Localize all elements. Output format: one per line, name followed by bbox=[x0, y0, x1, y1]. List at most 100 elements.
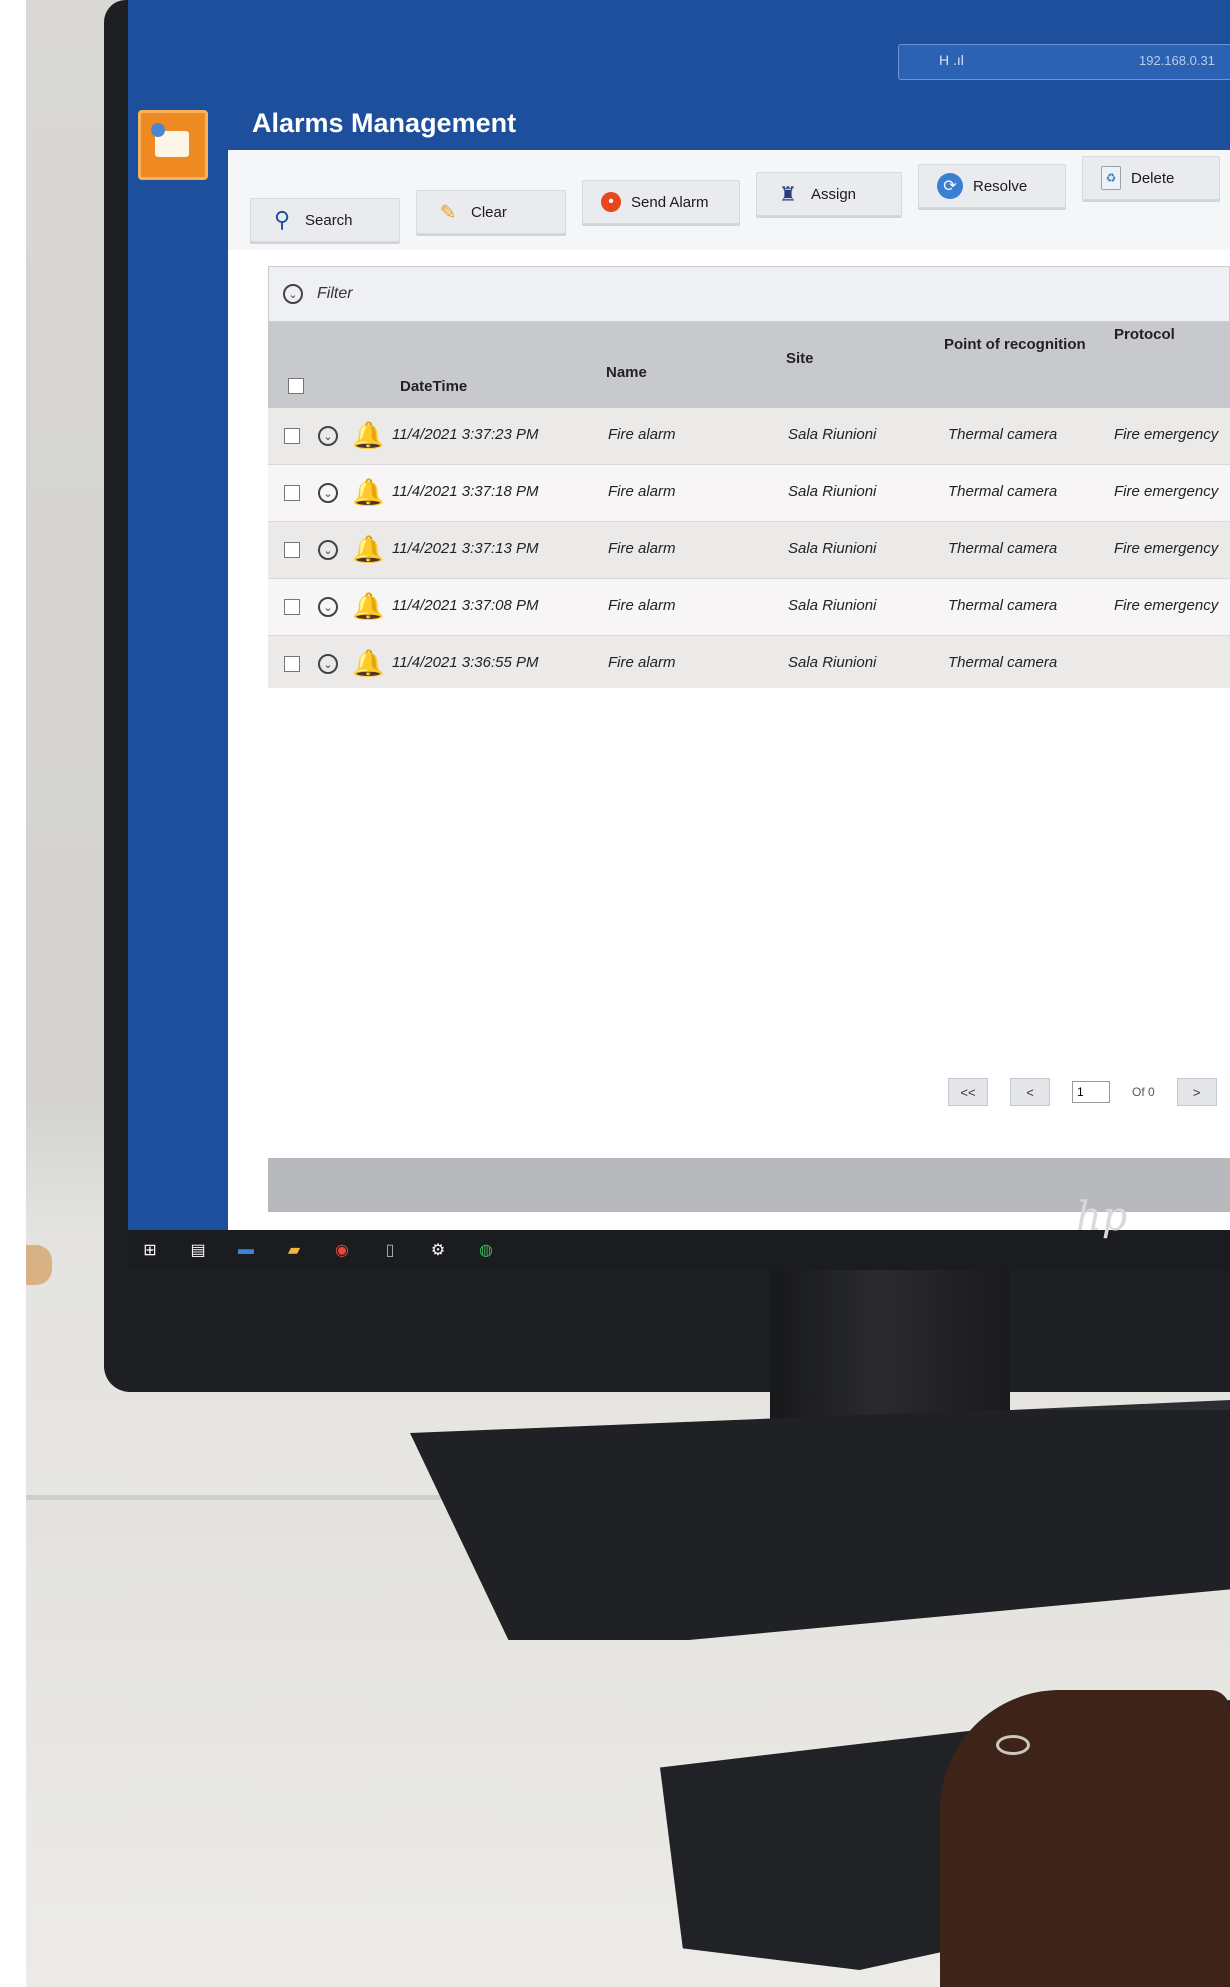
cell-point: Thermal camera bbox=[948, 483, 1058, 500]
search-icon: ⚲ bbox=[273, 207, 291, 232]
cell-site: Sala Riunioni bbox=[788, 597, 877, 614]
table-row[interactable]: ⌄ 🔔 11/4/2021 3:37:13 PM Fire alarm Sala… bbox=[268, 522, 1230, 579]
status-strip: H .ıl 192.168.0.31 bbox=[898, 44, 1230, 80]
delete-button-label: Delete bbox=[1131, 169, 1175, 187]
column-point-of-recognition[interactable]: Point of recognition bbox=[944, 336, 1086, 353]
recycle-icon: ♻ bbox=[1101, 166, 1121, 190]
column-datetime[interactable]: DateTime bbox=[400, 378, 467, 395]
cell-protocol: Fire emergency bbox=[1114, 426, 1219, 443]
cell-protocol: Fire emergency bbox=[1114, 483, 1219, 500]
settings-gear-icon[interactable]: ⚙ bbox=[428, 1240, 448, 1260]
alarm-bell-icon: 🔔 bbox=[352, 477, 385, 507]
cell-name: Fire alarm bbox=[608, 654, 676, 671]
globe-icon[interactable]: ◍ bbox=[476, 1240, 496, 1260]
send-alarm-button-label: Send Alarm bbox=[631, 193, 709, 211]
chrome-icon[interactable]: ◉ bbox=[332, 1240, 352, 1260]
app-shortcut-icon[interactable]: ▬ bbox=[236, 1240, 256, 1260]
table-row[interactable]: ⌄ 🔔 11/4/2021 3:37:08 PM Fire alarm Sala… bbox=[268, 579, 1230, 636]
row-checkbox[interactable] bbox=[284, 485, 300, 501]
assign-button-label: Assign bbox=[811, 185, 857, 203]
photo-margin bbox=[0, 0, 26, 1987]
cell-site: Sala Riunioni bbox=[788, 426, 877, 443]
cell-datetime: 11/4/2021 3:37:23 PM bbox=[392, 426, 539, 443]
app-sidebar bbox=[128, 0, 228, 1270]
broom-icon: ✎ bbox=[439, 201, 457, 224]
column-site[interactable]: Site bbox=[786, 350, 814, 367]
row-checkbox[interactable] bbox=[284, 599, 300, 615]
resolve-button-label: Resolve bbox=[973, 177, 1028, 195]
file-explorer-icon[interactable]: ▰ bbox=[284, 1240, 304, 1260]
first-page-button[interactable]: << bbox=[948, 1078, 988, 1106]
column-name[interactable]: Name bbox=[606, 364, 647, 381]
cell-name: Fire alarm bbox=[608, 483, 676, 500]
signal-indicator: H .ıl bbox=[939, 52, 964, 68]
alarm-bell-icon: 🔔 bbox=[352, 648, 385, 678]
expand-row-icon[interactable]: ⌄ bbox=[318, 540, 338, 560]
expand-row-icon[interactable]: ⌄ bbox=[318, 654, 338, 674]
left-finger bbox=[26, 1245, 52, 1285]
expand-row-icon[interactable]: ⌄ bbox=[318, 426, 338, 446]
prev-page-button[interactable]: < bbox=[1010, 1078, 1050, 1106]
page-count: Of 0 bbox=[1132, 1085, 1155, 1099]
cell-name: Fire alarm bbox=[608, 426, 676, 443]
table-row[interactable]: ⌄ 🔔 11/4/2021 3:37:23 PM Fire alarm Sala… bbox=[268, 408, 1230, 465]
logo-dot-shape bbox=[151, 123, 165, 137]
next-page-button[interactable]: > bbox=[1176, 1078, 1217, 1106]
windows-start-icon[interactable]: ⊞ bbox=[140, 1240, 160, 1260]
cell-protocol: Fire emergency bbox=[1114, 540, 1219, 557]
expand-row-icon[interactable]: ⌄ bbox=[318, 597, 338, 617]
task-view-icon[interactable]: ▤ bbox=[188, 1240, 208, 1260]
select-all-checkbox[interactable] bbox=[288, 378, 304, 394]
cell-point: Thermal camera bbox=[948, 597, 1058, 614]
search-button-label: Search bbox=[305, 211, 353, 229]
row-checkbox[interactable] bbox=[284, 428, 300, 444]
alarm-bell-icon: 🔔 bbox=[352, 420, 385, 450]
cell-point: Thermal camera bbox=[948, 426, 1058, 443]
hp-logo: hp bbox=[1076, 1194, 1128, 1240]
cell-site: Sala Riunioni bbox=[788, 483, 877, 500]
monitor-screen: Alarms Management H .ıl 192.168.0.31 ⚲ S… bbox=[128, 0, 1230, 1270]
cell-point: Thermal camera bbox=[948, 540, 1058, 557]
table-header: DateTime Name Site Point of recognition … bbox=[268, 322, 1230, 408]
siren-icon: • bbox=[601, 192, 621, 212]
monitor-stand-neck bbox=[770, 1270, 1010, 1430]
officer-icon: ♜ bbox=[779, 183, 797, 206]
alarm-bell-icon: 🔔 bbox=[352, 591, 385, 621]
cell-point: Thermal camera bbox=[948, 654, 1058, 671]
app-logo-icon[interactable] bbox=[138, 110, 208, 180]
table-row[interactable]: ⌄ 🔔 11/4/2021 3:37:18 PM Fire alarm Sala… bbox=[268, 465, 1230, 522]
page-title: Alarms Management bbox=[252, 108, 517, 138]
ip-address: 192.168.0.31 bbox=[1139, 53, 1215, 68]
cell-name: Fire alarm bbox=[608, 540, 676, 557]
search-button[interactable]: ⚲ Search bbox=[250, 198, 400, 242]
toolbar: ⚲ Search ✎ Clear • Send Alarm ♜ Assign ⟳… bbox=[228, 150, 1230, 250]
filter-toggle[interactable]: ⌄ Filter bbox=[268, 266, 1230, 322]
finger-ring bbox=[996, 1735, 1030, 1755]
alarm-list: ⌄ 🔔 11/4/2021 3:37:23 PM Fire alarm Sala… bbox=[268, 408, 1230, 693]
resolve-button[interactable]: ⟳ Resolve bbox=[918, 164, 1066, 208]
alarm-bell-icon: 🔔 bbox=[352, 534, 385, 564]
typing-hand bbox=[940, 1690, 1230, 1987]
resolve-icon: ⟳ bbox=[937, 173, 963, 199]
taskbar: ⊞ ▤ ▬ ▰ ◉ ▯ ⚙ ◍ bbox=[128, 1230, 1230, 1270]
row-checkbox[interactable] bbox=[284, 542, 300, 558]
expand-row-icon[interactable]: ⌄ bbox=[318, 483, 338, 503]
cell-datetime: 11/4/2021 3:37:08 PM bbox=[392, 597, 539, 614]
send-alarm-button[interactable]: • Send Alarm bbox=[582, 180, 740, 224]
chevron-down-icon: ⌄ bbox=[283, 284, 303, 304]
delete-button[interactable]: ♻ Delete bbox=[1082, 156, 1220, 200]
table-row[interactable]: ⌄ 🔔 11/4/2021 3:36:55 PM Fire alarm Sala… bbox=[268, 636, 1230, 693]
page-number-input[interactable] bbox=[1072, 1081, 1110, 1103]
device-icon[interactable]: ▯ bbox=[380, 1240, 400, 1260]
cell-name: Fire alarm bbox=[608, 597, 676, 614]
clear-button[interactable]: ✎ Clear bbox=[416, 190, 566, 234]
cell-site: Sala Riunioni bbox=[788, 540, 877, 557]
cell-protocol: Fire emergency bbox=[1114, 597, 1219, 614]
clear-button-label: Clear bbox=[471, 203, 507, 221]
title-bar: Alarms Management H .ıl 192.168.0.31 bbox=[228, 0, 1230, 150]
cell-datetime: 11/4/2021 3:36:55 PM bbox=[392, 654, 539, 671]
cell-datetime: 11/4/2021 3:37:13 PM bbox=[392, 540, 539, 557]
row-checkbox[interactable] bbox=[284, 656, 300, 672]
column-protocol[interactable]: Protocol bbox=[1114, 326, 1175, 343]
assign-button[interactable]: ♜ Assign bbox=[756, 172, 902, 216]
